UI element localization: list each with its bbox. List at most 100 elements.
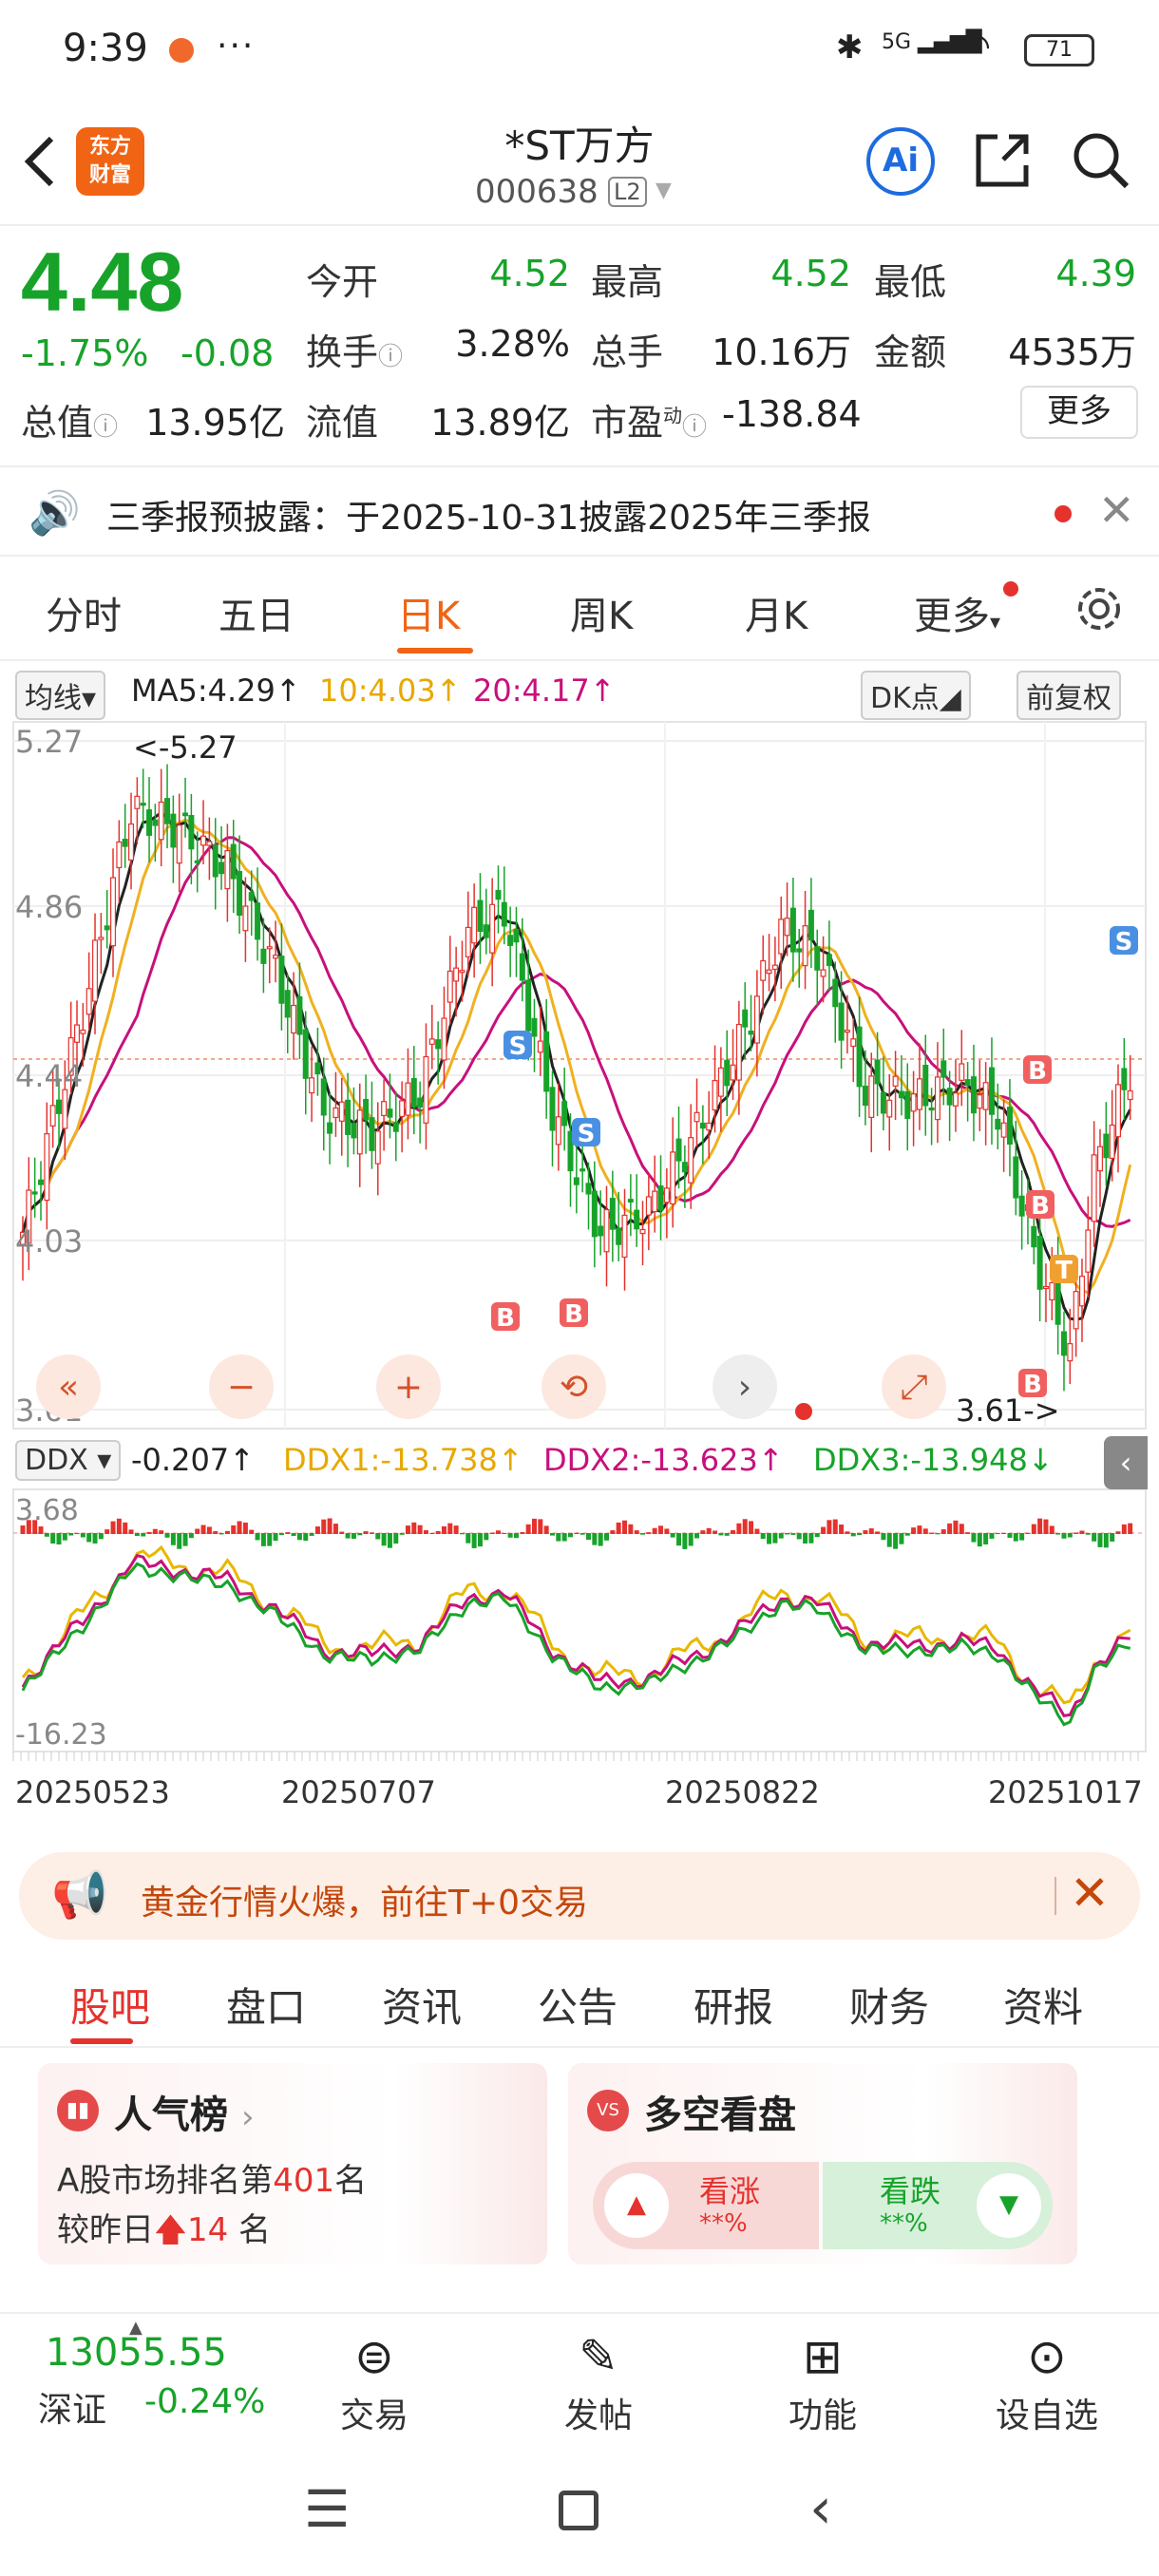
ddx-bar [399,1533,405,1535]
close-icon[interactable]: ✕ [1098,484,1135,536]
search-icon[interactable] [1070,129,1132,192]
ddx-bar [435,1530,441,1534]
divider [1054,1877,1056,1915]
unread-dot [1003,581,1018,597]
candle-body [423,1055,429,1124]
ddx-bar [375,1533,381,1540]
tab-more[interactable]: 更多▾ [914,585,1000,640]
tab-guba[interactable]: 股吧 [70,1976,150,2034]
market-rank: A股市场排名第401名 [57,2162,368,2200]
candle-body [116,841,123,869]
candle-body [332,1107,339,1119]
candle-body [591,1190,598,1238]
candle-body [706,1122,712,1131]
gear-icon[interactable] [1074,583,1125,635]
announcement-text: 三季报预披露：于2025-10-31披露2025年三季报 [106,499,871,538]
candle-body [928,1107,935,1111]
candle-body [519,953,525,981]
popularity-card[interactable]: ▮▮ 人气榜 › A股市场排名第401名 较昨日🡅14 名 [38,2063,547,2264]
candle-body [483,924,489,938]
ai-assistant-icon[interactable]: Ai [866,127,935,196]
ddx-bar [357,1533,363,1536]
candle-body [814,946,821,971]
kline-chart[interactable]: BSBSBSBTB 5.274.864.444.033.61<-5.273.61… [0,718,1159,1769]
ddx-bar [466,1533,471,1544]
candle-body [742,1009,749,1028]
announcement-bar[interactable]: 🔊 三季报预披露：于2025-10-31披露2025年三季报 ✕ [0,465,1159,557]
candle-body [218,862,225,875]
trade-signal-badge: S [504,1031,532,1061]
vote-bull-button[interactable]: ▲ 看涨 **% [593,2162,819,2249]
ddx-bar [1097,1533,1103,1547]
ddx-value: -0.207↑ [131,1442,255,1478]
ddx-bar [760,1533,766,1540]
nav-trade[interactable]: ⊜ 交易 [298,2329,450,2437]
float-label: 流值 [306,402,379,444]
candle-body [399,1100,406,1118]
nav-add-watchlist[interactable]: ⊙ 设自选 [971,2329,1123,2437]
chevron-down-icon[interactable]: ▼ [656,179,672,202]
ddx-selector[interactable]: DDX ▾ [15,1440,122,1481]
level2-badge[interactable]: L2 [608,177,647,207]
ddx-bar [164,1533,170,1538]
candle-body [338,1101,345,1122]
tab-finance[interactable]: 财务 [849,1976,929,2034]
candle-body [555,1116,561,1146]
tab-intraday[interactable]: 分时 [46,585,122,640]
tab-research[interactable]: 研报 [694,1976,773,2034]
ddx-bar [538,1519,543,1534]
tab-news[interactable]: 资讯 [382,1976,462,2034]
turnover-label: 换手ⓘ [306,331,404,373]
vote-bear-button[interactable]: 看跌 **% ▼ [823,2162,1053,2249]
candle-body [771,964,778,971]
ddx-bar [995,1533,1000,1535]
tab-daily-k[interactable]: 日K [397,585,460,640]
candle-body [585,1183,592,1195]
ddx-bar [92,1533,98,1544]
high-marker: <-5.27 [133,729,238,766]
tab-profile[interactable]: 资料 [1003,1976,1083,2034]
bull-bear-title: 多空看盘 [644,2093,796,2137]
dk-point-button[interactable]: DK点◢ [861,671,971,720]
float-value: 13.89亿 [430,402,570,444]
share-icon[interactable] [971,129,1034,192]
ddx-bar [104,1529,110,1534]
close-icon[interactable]: ✕ [1070,1866,1110,1921]
tab-weekly-k[interactable]: 周K [570,585,633,640]
ddx-bar [314,1526,320,1534]
unread-dot [1054,505,1072,522]
back-icon[interactable] [21,133,59,190]
promo-banner[interactable]: 📢 黄金行情火爆，前往T+0交易 ✕ [19,1852,1140,1940]
tab-five-day[interactable]: 五日 [218,585,294,640]
home-icon[interactable] [559,2491,598,2530]
ddx-bar [604,1533,610,1541]
tab-pankou[interactable]: 盘口 [226,1976,306,2034]
trade-signal-label: T [1055,1257,1073,1285]
chevron-left-icon[interactable]: ‹ [1104,1436,1148,1489]
ddx-bar [736,1523,742,1534]
adjust-button[interactable]: 前复权 [1016,671,1121,720]
ddx1-line [21,1544,1131,1705]
ddx-bar [267,1533,273,1546]
menu-icon[interactable]: ☰ [304,2479,350,2539]
ddx-bar [634,1530,639,1534]
candle-body [712,1080,718,1111]
back-nav-icon[interactable]: ‹ [809,2475,832,2542]
clock: 9:39 [63,27,148,70]
status-bar: 9:39 ··· ✱ 5G ▂▄▆█ ◠ 71 [0,0,1159,95]
nav-post[interactable]: ✎ 发帖 [522,2329,674,2437]
more-quote-button[interactable]: 更多 [1020,386,1138,439]
candle-body [273,955,279,959]
tab-announcements[interactable]: 公告 [538,1976,618,2034]
ddx-bar [453,1525,459,1534]
candle-body [675,1138,682,1162]
trade-signal-badge: B [491,1302,520,1333]
ddx-bar [332,1524,338,1534]
ma-selector[interactable]: 均线▾ [15,671,106,720]
active-tab-indicator [397,648,473,653]
nav-functions[interactable]: ⊞ 功能 [747,2329,899,2437]
tab-monthly-k[interactable]: 月K [745,585,808,640]
ddx-bar [520,1532,525,1534]
ddx-bar [260,1533,266,1546]
trade-icon: ⊜ [354,2329,394,2384]
